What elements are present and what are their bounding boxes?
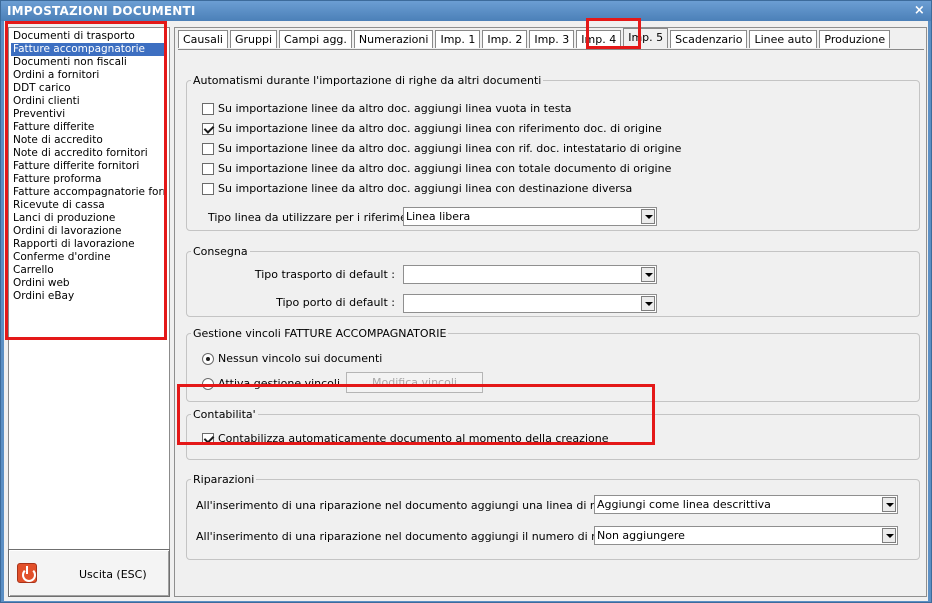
matricola-value: Non aggiungere	[597, 529, 685, 542]
title-bar: IMPOSTAZIONI DOCUMENTI ×	[1, 1, 931, 21]
checkbox[interactable]	[202, 162, 214, 175]
list-item[interactable]: Note di accredito fornitori	[11, 147, 167, 160]
exit-button[interactable]: Uscita (ESC)	[8, 549, 170, 597]
checkbox[interactable]	[202, 122, 214, 135]
list-item[interactable]: Carrello	[11, 264, 167, 277]
list-item[interactable]: Preventivi	[11, 108, 167, 121]
tab-produzione[interactable]: Produzione	[819, 30, 891, 48]
tab-campi-agg[interactable]: Campi agg.	[279, 30, 352, 48]
power-icon	[17, 563, 37, 583]
automatismo-label: Su importazione linee da altro doc. aggi…	[218, 122, 662, 135]
vincoli-legend: Gestione vincoli FATTURE ACCOMPAGNATORIE	[193, 327, 447, 340]
list-item[interactable]: Ordini eBay	[11, 290, 167, 303]
trasporto-select[interactable]	[403, 265, 657, 284]
porto-label: Tipo porto di default :	[276, 296, 395, 309]
consegna-legend: Consegna	[193, 245, 248, 258]
automatismo-option[interactable]: Su importazione linee da altro doc. aggi…	[202, 142, 681, 155]
list-item[interactable]: Note di accredito	[11, 134, 167, 147]
tab-scadenzario[interactable]: Scadenzario	[670, 30, 748, 48]
list-item[interactable]: Fatture proforma	[11, 173, 167, 186]
chevron-down-icon[interactable]	[641, 296, 655, 311]
list-item[interactable]: Documenti di trasporto	[11, 30, 167, 43]
list-item[interactable]: Documenti non fiscali	[11, 56, 167, 69]
automatismo-label: Su importazione linee da altro doc. aggi…	[218, 102, 572, 115]
contabilita-legend: Contabilita'	[193, 408, 256, 421]
radio-attiva-vincoli[interactable]: Attiva gestione vincoli	[202, 377, 340, 390]
porto-select[interactable]	[403, 294, 657, 313]
chevron-down-icon[interactable]	[882, 528, 896, 543]
list-item[interactable]: Fatture differite	[11, 121, 167, 134]
automatismo-option[interactable]: Su importazione linee da altro doc. aggi…	[202, 122, 662, 135]
settings-window: IMPOSTAZIONI DOCUMENTI × Documenti di tr…	[0, 0, 932, 603]
checkbox[interactable]	[202, 432, 214, 445]
tab-imp-5[interactable]: Imp. 5	[623, 28, 669, 48]
automatismo-option[interactable]: Su importazione linee da altro doc. aggi…	[202, 102, 572, 115]
tipo-linea-label: Tipo linea da utilizzare per i riferimen…	[208, 211, 429, 224]
list-item[interactable]: Fatture accompagnatorie	[11, 43, 167, 56]
document-type-list[interactable]: Documenti di trasporto Fatture accompagna…	[8, 27, 170, 557]
list-item[interactable]: Ordini a fornitori	[11, 69, 167, 82]
tab-numerazioni[interactable]: Numerazioni	[353, 30, 434, 48]
automatismo-label: Su importazione linee da altro doc. aggi…	[218, 182, 633, 195]
chevron-down-icon[interactable]	[641, 267, 655, 282]
modifica-vincoli-button[interactable]: Modifica vincoli	[346, 372, 483, 393]
trasporto-label: Tipo trasporto di default :	[254, 268, 395, 281]
list-item[interactable]: Ordini web	[11, 277, 167, 290]
list-item[interactable]: Ricevute di cassa	[11, 199, 167, 212]
radio-nessun-vincolo[interactable]: Nessun vincolo sui documenti	[202, 352, 382, 365]
radio-button[interactable]	[202, 377, 214, 390]
riferimento-label: All'inserimento di una riparazione nel d…	[196, 499, 659, 512]
checkbox[interactable]	[202, 102, 214, 115]
tab-content-imp5: Automatismi durante l'importazione di ri…	[178, 49, 924, 594]
matricola-label: All'inserimento di una riparazione nel d…	[196, 530, 651, 543]
tab-gruppi[interactable]: Gruppi	[229, 30, 278, 48]
list-item[interactable]: Conferme d'ordine	[11, 251, 167, 264]
tab-causali[interactable]: Causali	[178, 30, 228, 48]
tab-imp-3[interactable]: Imp. 3	[529, 30, 575, 48]
contabilizza-checkbox-row[interactable]: Contabilizza automaticamente documento a…	[202, 432, 608, 445]
tab-imp-2[interactable]: Imp. 2	[482, 30, 528, 48]
automatismo-option[interactable]: Su importazione linee da altro doc. aggi…	[202, 162, 671, 175]
chevron-down-icon[interactable]	[882, 497, 896, 512]
radio-label: Nessun vincolo sui documenti	[218, 352, 383, 365]
riparazioni-group: Riparazioni	[186, 473, 920, 560]
tipo-linea-select[interactable]: Linea libera	[403, 207, 657, 226]
automatismo-label: Su importazione linee da altro doc. aggi…	[218, 162, 672, 175]
tab-strip: Causali Gruppi Campi agg. Numerazioni Imp. 1…	[178, 28, 892, 49]
radio-button[interactable]	[202, 352, 214, 365]
tipo-linea-value: Linea libera	[406, 210, 471, 223]
chevron-down-icon[interactable]	[641, 209, 655, 224]
close-icon[interactable]: ×	[914, 3, 925, 18]
list-item[interactable]: Lanci di produzione	[11, 212, 167, 225]
tab-linee-auto[interactable]: Linee auto	[749, 30, 818, 48]
list-item[interactable]: Ordini clienti	[11, 95, 167, 108]
riferimento-value: Aggiungi come linea descrittiva	[597, 498, 771, 511]
list-item[interactable]: Ordini di lavorazione	[11, 225, 167, 238]
automatismo-option[interactable]: Su importazione linee da altro doc. aggi…	[202, 182, 632, 195]
tab-imp-1[interactable]: Imp. 1	[435, 30, 481, 48]
window-title: IMPOSTAZIONI DOCUMENTI	[7, 4, 196, 18]
window-body: Documenti di trasporto Fatture accompagna…	[4, 18, 928, 601]
automatismi-legend: Automatismi durante l'importazione di ri…	[193, 74, 542, 87]
contabilizza-label: Contabilizza automaticamente documento a…	[218, 432, 609, 445]
riferimento-select[interactable]: Aggiungi come linea descrittiva	[594, 495, 898, 514]
list-item[interactable]: Rapporti di lavorazione	[11, 238, 167, 251]
exit-button-label: Uscita (ESC)	[79, 568, 147, 581]
matricola-select[interactable]: Non aggiungere	[594, 526, 898, 545]
list-item[interactable]: Fatture accompagnatorie fornitori	[11, 186, 167, 199]
checkbox[interactable]	[202, 142, 214, 155]
tab-imp-4[interactable]: Imp. 4	[576, 30, 622, 48]
checkbox[interactable]	[202, 182, 214, 195]
radio-label: Attiva gestione vincoli	[218, 377, 341, 390]
automatismo-label: Su importazione linee da altro doc. aggi…	[218, 142, 682, 155]
list-item[interactable]: Fatture differite fornitori	[11, 160, 167, 173]
list-item[interactable]: DDT carico	[11, 82, 167, 95]
riparazioni-legend: Riparazioni	[193, 473, 255, 486]
